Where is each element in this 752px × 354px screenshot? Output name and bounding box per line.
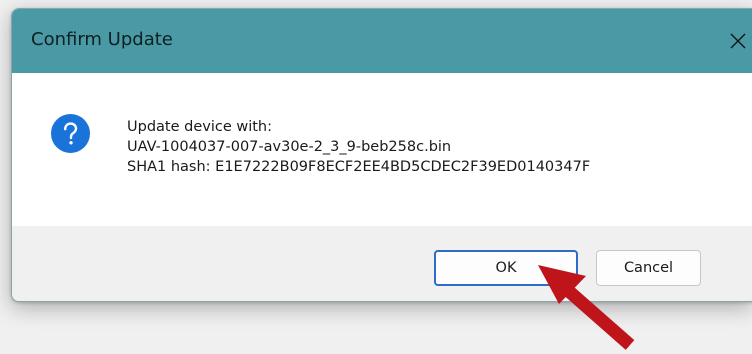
title-bar[interactable]: Confirm Update	[12, 9, 752, 73]
message-text: Update device with: UAV-1004037-007-av30…	[127, 117, 590, 177]
close-button[interactable]	[719, 19, 752, 63]
dialog-title: Confirm Update	[31, 29, 173, 50]
cancel-button[interactable]: Cancel	[596, 250, 701, 286]
close-icon	[730, 33, 746, 49]
dialog-content: Update device with: UAV-1004037-007-av30…	[12, 73, 752, 226]
button-bar: OK Cancel	[12, 226, 752, 301]
message-line: Update device with:	[127, 119, 273, 135]
message-line: SHA1 hash: E1E7222B09F8ECF2EE4BD5CDEC2F3…	[127, 159, 591, 175]
confirm-update-dialog: Confirm Update Update device with: UAV-1…	[11, 8, 752, 302]
question-icon	[51, 114, 90, 153]
message-line: UAV-1004037-007-av30e-2_3_9-beb258c.bin	[127, 139, 452, 155]
ok-button[interactable]: OK	[434, 250, 578, 286]
